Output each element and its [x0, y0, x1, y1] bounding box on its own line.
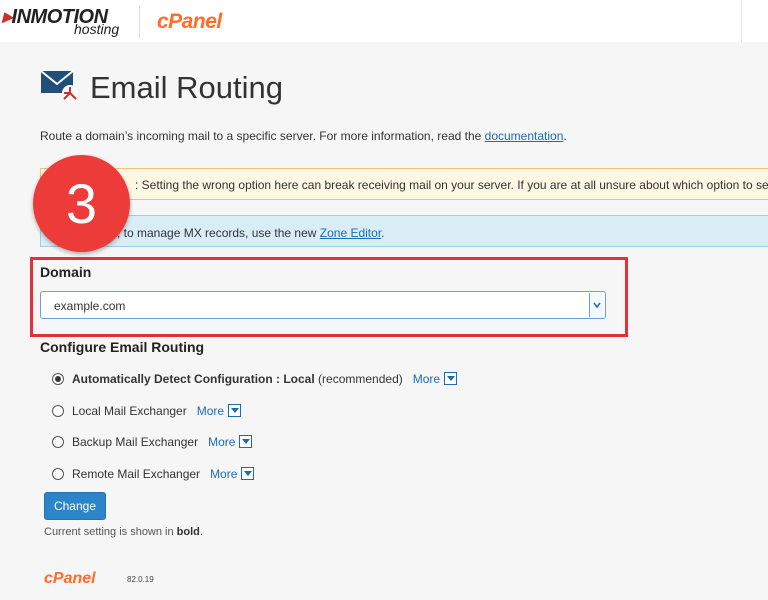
warning-alert: : Setting the wrong option here can brea…: [40, 168, 768, 200]
domain-select[interactable]: example.com: [40, 291, 606, 319]
info-text: , to manage MX records, use the new Zone…: [117, 226, 385, 240]
more-link[interactable]: More: [197, 404, 224, 418]
documentation-link[interactable]: documentation: [485, 129, 564, 143]
option-auto-detect[interactable]: Automatically Detect Configuration : Loc…: [52, 371, 458, 389]
radio-auto-detect[interactable]: [52, 372, 64, 385]
inmotion-hosting-logo[interactable]: ▸INMOTION hosting: [2, 4, 127, 38]
hosting-text: hosting: [74, 21, 120, 37]
top-header: ▸INMOTION hosting cPanel: [0, 0, 768, 42]
more-link[interactable]: More: [208, 435, 235, 449]
zone-editor-link[interactable]: Zone Editor: [320, 226, 381, 240]
radio-local[interactable]: [52, 404, 64, 417]
step-number-badge: 3: [33, 155, 130, 252]
radio-remote[interactable]: [52, 467, 64, 480]
configure-routing-title: Configure Email Routing: [40, 339, 205, 355]
expand-icon[interactable]: [239, 435, 253, 449]
expand-icon[interactable]: [444, 372, 458, 386]
page-title: Email Routing: [90, 70, 283, 105]
page-description: Route a domain’s incoming mail to a spec…: [40, 129, 567, 143]
domain-label: Domain: [40, 264, 92, 280]
option-local-mail-exchanger[interactable]: Local Mail Exchanger More: [52, 403, 242, 421]
version-text: 82.0.19: [127, 575, 154, 584]
domain-selected-value: example.com: [54, 299, 126, 313]
expand-icon[interactable]: [241, 467, 255, 481]
email-routing-icon: [40, 70, 78, 101]
current-setting-note: Current setting is shown in bold.: [44, 526, 203, 538]
logo-divider: [139, 6, 140, 38]
option-remote-mail-exchanger[interactable]: Remote Mail Exchanger More: [52, 466, 255, 484]
cpanel-logo[interactable]: cPanel: [157, 10, 222, 34]
more-link[interactable]: More: [210, 467, 237, 481]
radio-backup[interactable]: [52, 435, 64, 448]
info-alert: , to manage MX records, use the new Zone…: [40, 215, 768, 247]
more-link[interactable]: More: [413, 372, 440, 386]
header-divider: [741, 0, 742, 42]
option-backup-mail-exchanger[interactable]: Backup Mail Exchanger More: [52, 434, 253, 452]
chevron-down-icon[interactable]: [589, 293, 604, 317]
warning-text: : Setting the wrong option here can brea…: [135, 178, 768, 192]
change-button[interactable]: Change: [44, 492, 106, 520]
footer-cpanel-logo[interactable]: cPanel: [44, 570, 96, 588]
expand-icon[interactable]: [228, 404, 242, 418]
